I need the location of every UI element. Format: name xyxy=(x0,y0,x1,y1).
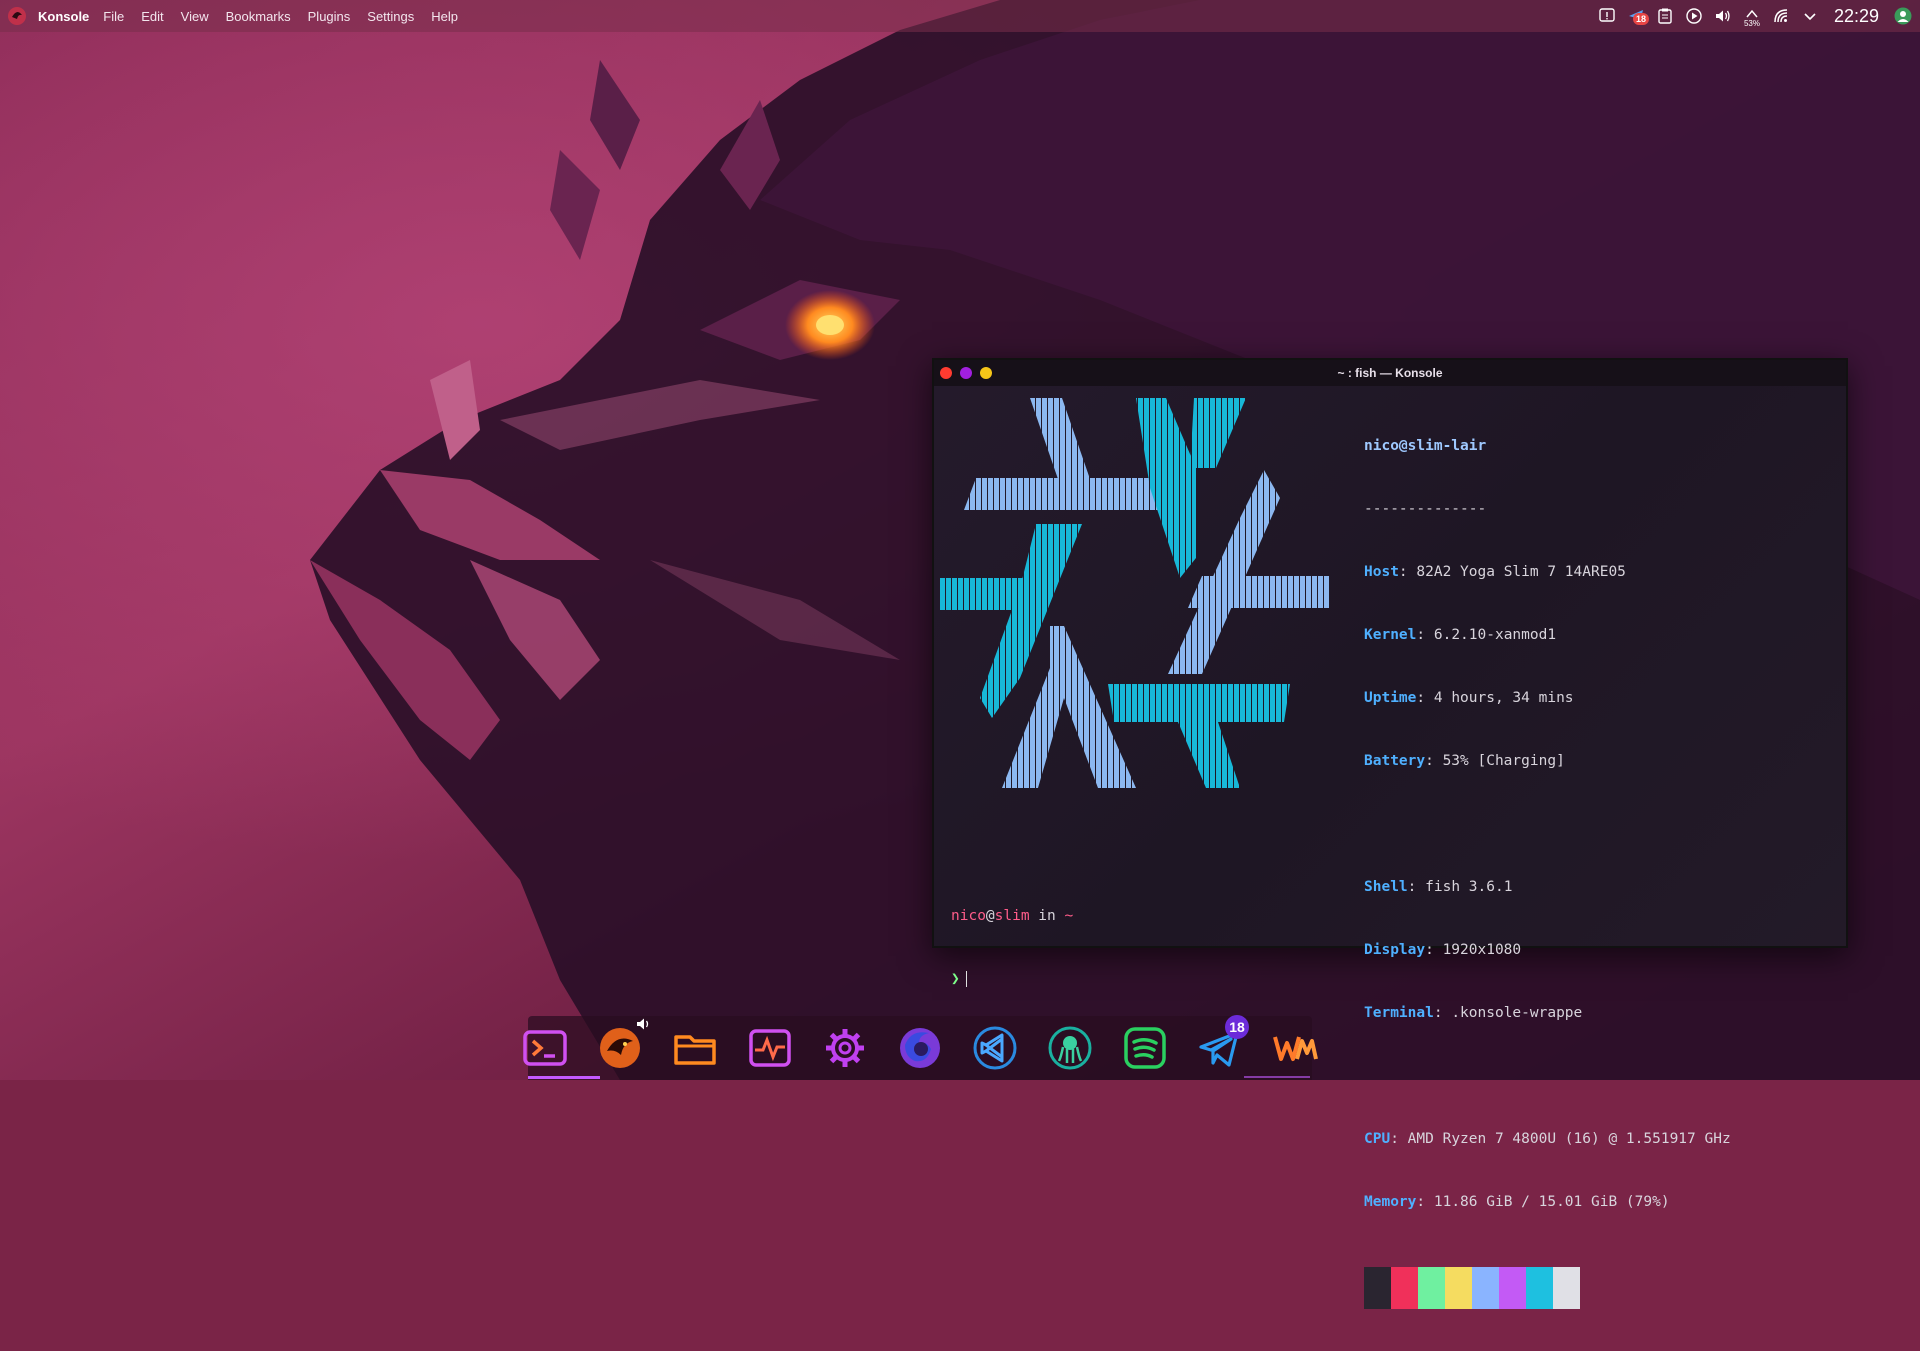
info-terminal: Terminal: .konsole-wrappe xyxy=(1364,1005,1583,1021)
palette-swatch xyxy=(1472,1267,1499,1309)
info-host: Host: 82A2 Yoga Slim 7 14ARE05 xyxy=(1364,564,1626,580)
prompt-host: slim xyxy=(994,908,1030,924)
neofetch-info: nico@slim-lair -------------- Host: 82A2… xyxy=(1364,394,1731,1351)
menu-view[interactable]: View xyxy=(181,9,209,24)
system-tray: 18 53% 22:29 xyxy=(1598,6,1912,28)
palette-swatch xyxy=(1553,1267,1580,1309)
prompt-in: in xyxy=(1029,908,1065,924)
prompt-arrow: ❯ xyxy=(951,971,960,987)
menu-edit[interactable]: Edit xyxy=(141,9,163,24)
konsole-window: ~ : fish — Konsole nico@slim-lair ------… xyxy=(932,358,1848,1309)
neofetch-separator: -------------- xyxy=(1364,501,1487,517)
shell-prompt[interactable]: nico@slim in ~ ❯ xyxy=(951,864,1073,1032)
menu-help[interactable]: Help xyxy=(431,9,458,24)
palette-swatch xyxy=(1391,1267,1418,1309)
dock-telegram-icon[interactable]: 18 xyxy=(1197,1015,1249,1073)
menu-file[interactable]: File xyxy=(103,9,124,24)
dock-vscode-icon[interactable] xyxy=(972,1023,1018,1073)
notification-badge: 18 xyxy=(1632,13,1649,25)
text-cursor xyxy=(965,971,967,987)
maximize-button[interactable] xyxy=(960,367,972,379)
dock: 18 xyxy=(523,1015,1318,1080)
telegram-unread-badge: 18 xyxy=(1225,1015,1249,1039)
notification-icon[interactable] xyxy=(1598,7,1616,25)
close-button[interactable] xyxy=(940,367,952,379)
dragon-logo-icon[interactable] xyxy=(6,5,28,27)
prompt-directory: ~ xyxy=(1064,908,1074,924)
palette-swatch xyxy=(1445,1267,1472,1309)
dock-settings-icon[interactable] xyxy=(822,1023,868,1073)
volume-icon[interactable] xyxy=(1714,7,1732,25)
distro-logo-art xyxy=(940,398,1330,788)
terminal-area[interactable]: nico@slim-lair -------------- Host: 82A2… xyxy=(934,386,1846,1309)
window-titlebar[interactable]: ~ : fish — Konsole xyxy=(934,360,1846,386)
app-name[interactable]: Konsole xyxy=(38,9,89,24)
neofetch-user-host: nico@slim-lair xyxy=(1364,438,1487,454)
battery-percent: 53% xyxy=(1743,19,1760,28)
info-cpu: CPU: AMD Ryzen 7 4800U (16) @ 1.551917 G… xyxy=(1364,1131,1731,1147)
info-memory: Memory: 11.86 GiB / 15.01 GiB (79%) xyxy=(1364,1194,1670,1210)
info-uptime: Uptime: 4 hours, 34 mins xyxy=(1364,690,1574,706)
dock-active-indicator xyxy=(528,1076,600,1079)
dock-gitkraken-icon[interactable] xyxy=(1047,1023,1093,1073)
dock-running-indicator xyxy=(1244,1076,1310,1078)
info-display: Display: 1920x1080 xyxy=(1364,942,1522,958)
palette-swatch xyxy=(1364,1267,1391,1309)
dock-files-icon[interactable] xyxy=(672,1023,718,1073)
battery-icon[interactable]: 53% xyxy=(1743,7,1761,28)
top-panel: Konsole File Edit View Bookmarks Plugins… xyxy=(0,0,1920,32)
chevron-down-icon[interactable] xyxy=(1801,7,1819,25)
clock[interactable]: 22:29 xyxy=(1834,6,1879,27)
dock-terminal-icon[interactable] xyxy=(522,1023,568,1073)
dock-firefox-icon[interactable] xyxy=(897,1023,943,1073)
color-palette xyxy=(1364,1267,1731,1309)
dock-system-monitor-icon[interactable] xyxy=(747,1023,793,1073)
wifi-icon[interactable] xyxy=(1772,7,1790,25)
user-avatar-icon[interactable] xyxy=(1894,7,1912,25)
menu-bookmarks[interactable]: Bookmarks xyxy=(226,9,291,24)
info-kernel: Kernel: 6.2.10-xanmod1 xyxy=(1364,627,1557,643)
playing-audio-icon xyxy=(637,1018,649,1030)
telegram-tray-icon[interactable]: 18 xyxy=(1627,7,1649,25)
info-battery: Battery: 53% [Charging] xyxy=(1364,753,1565,769)
palette-swatch xyxy=(1526,1267,1553,1309)
media-player-icon[interactable] xyxy=(1685,7,1703,25)
menu-settings[interactable]: Settings xyxy=(367,9,414,24)
menu-plugins[interactable]: Plugins xyxy=(308,9,351,24)
clipboard-icon[interactable] xyxy=(1656,7,1674,25)
info-shell: Shell: fish 3.6.1 xyxy=(1364,879,1513,895)
window-title: ~ : fish — Konsole xyxy=(1337,366,1443,380)
dock-spotify-icon[interactable] xyxy=(1122,1023,1168,1073)
dock-dragon-browser-icon[interactable] xyxy=(597,1018,649,1073)
minimize-button[interactable] xyxy=(980,367,992,379)
palette-swatch xyxy=(1418,1267,1445,1309)
prompt-at: @ xyxy=(985,908,995,924)
palette-swatch xyxy=(1499,1267,1526,1309)
dock-wm-icon[interactable] xyxy=(1272,1023,1318,1073)
prompt-user: nico xyxy=(951,908,986,924)
